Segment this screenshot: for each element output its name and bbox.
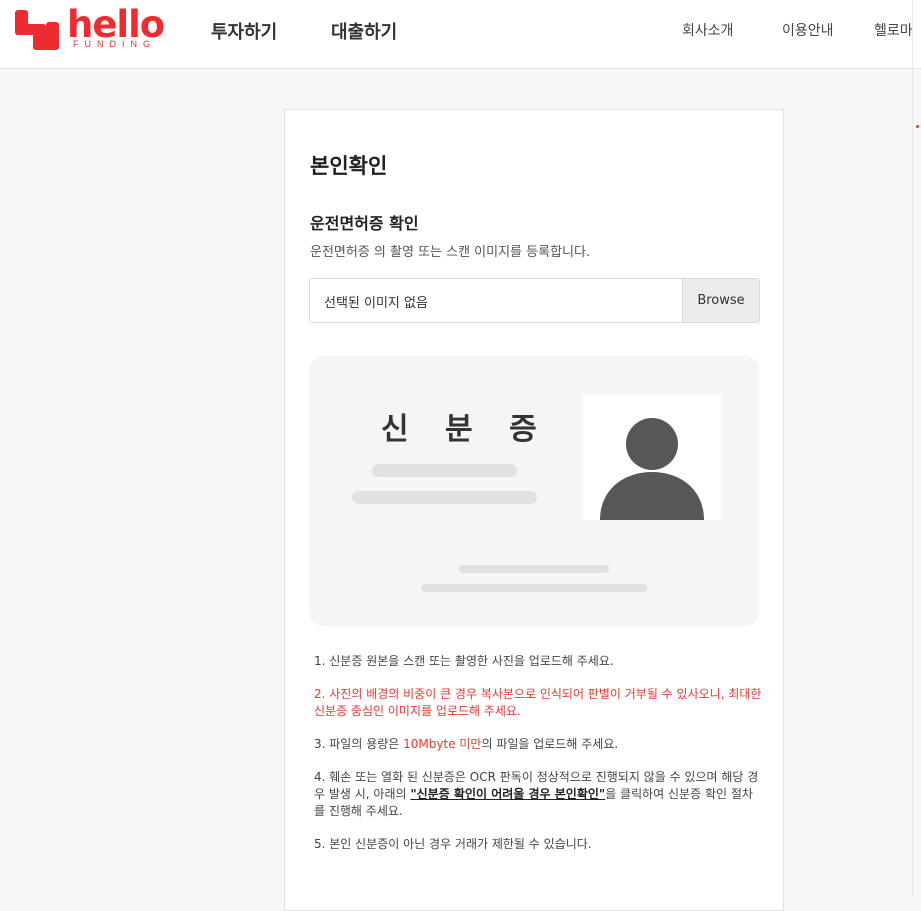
section-title: 운전면허증 확인 [310, 214, 419, 233]
browse-button[interactable]: Browse [682, 279, 759, 322]
guideline-item: 5. 본인 신분증이 아닌 경우 거래가 제한될 수 있습니다. [314, 837, 592, 851]
alternative-verification-link[interactable]: "신분증 확인이 어려울 경우 본인확인" [410, 787, 605, 801]
id-card-sample-image: 신 분 증 [309, 356, 759, 626]
placeholder-line [372, 464, 517, 477]
id-card-label: 신 분 증 [381, 412, 550, 447]
file-upload-field[interactable]: 선택된 이미지 없음 Browse [309, 278, 760, 323]
nav-company-intro[interactable]: 회사소개 [682, 20, 734, 40]
nav-invest[interactable]: 투자하기 [211, 18, 277, 44]
guideline-item: 1. 신분증 원본을 스캔 또는 촬영한 사진을 업로드해 주세요. [314, 654, 614, 668]
top-header: hello FUNDING 투자하기 대출하기 회사소개 이용안내 헬로마 [0, 0, 921, 69]
placeholder-line [421, 584, 647, 592]
guideline-item-warning: 2. 사진의 배경의 비중이 큰 경우 복사본으로 인식되어 판별이 거부될 수… [314, 687, 762, 718]
section-description: 운전면허증 의 촬영 또는 스캔 이미지를 등록합니다. [310, 245, 591, 260]
hello-funding-logo[interactable]: hello FUNDING [15, 3, 165, 53]
upload-guidelines: 1. 신분증 원본을 스캔 또는 촬영한 사진을 업로드해 주세요. 2. 사진… [314, 653, 762, 869]
nav-loan[interactable]: 대출하기 [331, 18, 397, 44]
logo-mark-icon [15, 10, 59, 50]
scroll-edge-line [912, 0, 913, 897]
verification-card: 본인확인 운전면허증 확인 운전면허증 의 촬영 또는 스캔 이미지를 등록합니… [284, 109, 784, 911]
notification-dot [916, 125, 919, 128]
guideline-text: 의 파일을 업로드해 주세요. [481, 737, 619, 751]
file-name-text: 선택된 이미지 없음 [324, 296, 428, 311]
placeholder-line [352, 491, 537, 504]
logo-subtext: FUNDING [73, 39, 156, 49]
guideline-item: 4. 훼손 또는 열화 된 신분증은 OCR 판독이 정상적으로 진행되지 않을… [314, 769, 762, 820]
guideline-text: 3. 파일의 용량은 [314, 737, 404, 751]
page-title: 본인확인 [310, 154, 388, 178]
placeholder-line [459, 565, 609, 573]
file-size-limit: 10Mbyte 미만 [403, 737, 482, 751]
person-silhouette-icon [600, 418, 704, 520]
guideline-item: 3. 파일의 용량은 10Mbyte 미만의 파일을 업로드해 주세요. [314, 736, 762, 753]
id-photo-box [583, 394, 721, 520]
nav-hello-ma[interactable]: 헬로마 [874, 20, 913, 40]
nav-guide[interactable]: 이용안내 [782, 20, 834, 40]
